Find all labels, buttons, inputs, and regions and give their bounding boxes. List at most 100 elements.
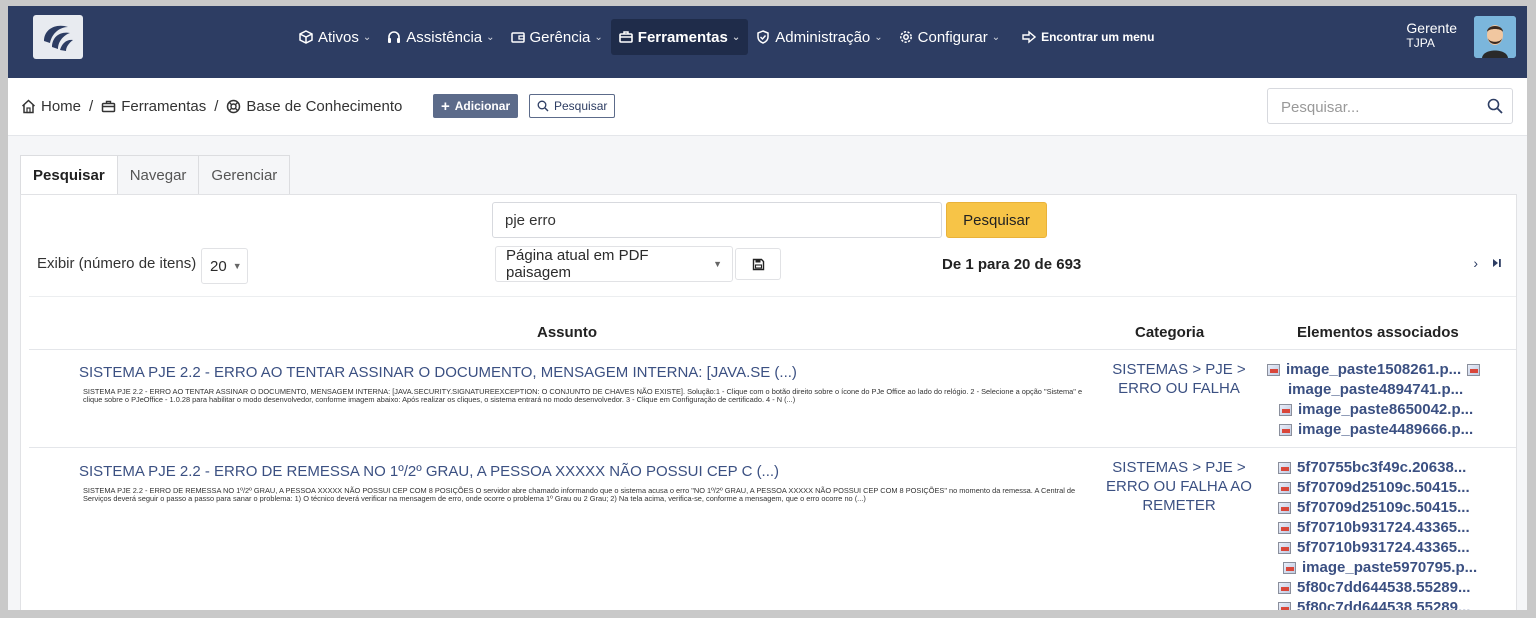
breadcrumb-tools[interactable]: Ferramentas: [101, 98, 206, 115]
wallet-icon: [510, 32, 525, 43]
attachment-name: image_paste8650042.p...: [1298, 401, 1474, 418]
attachment-name: 5f80c7dd644538.55289...: [1297, 579, 1471, 596]
find-menu-button[interactable]: Encontrar um menu: [1014, 19, 1162, 55]
plus-icon: +: [441, 97, 450, 115]
pagination: ›: [1473, 255, 1502, 271]
user-info[interactable]: Gerente TJPA: [1406, 21, 1457, 51]
attachment-link[interactable]: 5f80c7dd644538.55289...: [1278, 599, 1470, 610]
knowledge-base-panel: pje erro Pesquisar Exibir (número de ite…: [20, 194, 1517, 610]
result-count: De 1 para 20 de 693: [942, 256, 1082, 273]
items-per-page-value: 20: [210, 257, 227, 275]
attachment-name: image_paste1508261.p...: [1286, 361, 1462, 378]
attachment-link[interactable]: 5f70710b931724.43365...: [1278, 539, 1470, 556]
attachment-link[interactable]: image_paste4894741.p...: [1288, 381, 1463, 398]
attachment-name: image_paste5970795.p...: [1302, 559, 1478, 576]
attachment-link[interactable]: 5f80c7dd644538.55289...: [1278, 579, 1470, 596]
breadcrumb: Home / Ferramentas / Base de Conheciment…: [21, 98, 402, 115]
table-divider: [29, 447, 1516, 448]
menu-gerencia[interactable]: Gerência ⌄: [503, 19, 611, 55]
menu-ativos[interactable]: Ativos ⌄: [291, 19, 379, 55]
tab-bar: Pesquisar Navegar Gerenciar: [20, 155, 291, 195]
floppy-icon: [752, 258, 764, 270]
search-button[interactable]: Pesquisar: [529, 94, 616, 118]
article-excerpt: SISTEMA PJE 2.2 - ERRO AO TENTAR ASSINAR…: [83, 387, 1083, 405]
headset-icon: [388, 31, 401, 43]
export-format-select[interactable]: Página atual em PDF paisagem ▼: [495, 246, 733, 282]
search-icon[interactable]: [1487, 98, 1503, 114]
image-file-icon: [1278, 541, 1291, 554]
breadcrumb-kb[interactable]: Base de Conhecimento: [226, 98, 402, 115]
kb-search-button[interactable]: Pesquisar: [946, 202, 1047, 238]
shield-icon: [757, 30, 769, 44]
column-header-category[interactable]: Categoria: [1135, 324, 1204, 341]
tab-gerenciar[interactable]: Gerenciar: [198, 155, 291, 195]
tab-navegar[interactable]: Navegar: [116, 155, 200, 195]
article-title-link[interactable]: SISTEMA PJE 2.2 - ERRO AO TENTAR ASSINAR…: [79, 364, 797, 381]
tab-pesquisar[interactable]: Pesquisar: [20, 155, 118, 195]
column-header-subject[interactable]: Assunto: [537, 324, 597, 341]
chevron-down-icon: ⌄: [874, 31, 883, 43]
article-title-link[interactable]: SISTEMA PJE 2.2 - ERRO DE REMESSA NO 1º/…: [79, 463, 779, 480]
gear-icon: [899, 31, 912, 43]
attachment-link[interactable]: image_paste1508261.p...: [1267, 361, 1486, 378]
items-per-page-select[interactable]: 20 ▼: [201, 248, 248, 284]
avatar[interactable]: [1474, 16, 1516, 58]
next-page-icon[interactable]: ›: [1473, 255, 1478, 271]
items-per-page-label: Exibir (número de itens): [37, 255, 197, 272]
top-navbar: Ativos ⌄ Assistência ⌄ Gerência ⌄ Ferrament…: [8, 6, 1527, 78]
caret-down-icon: ▼: [232, 261, 242, 271]
attachment-name: 5f70709d25109c.50415...: [1297, 499, 1470, 516]
lifebuoy-icon: [227, 99, 241, 114]
breadcrumb-kb-label: Base de Conhecimento: [246, 98, 403, 115]
menu-assistencia-label: Assistência: [406, 28, 483, 46]
main-menu: Ativos ⌄ Assistência ⌄ Gerência ⌄ Ferrament…: [291, 19, 1162, 55]
image-file-icon: [1278, 521, 1291, 534]
image-file-icon: [1283, 561, 1296, 574]
attachment-link[interactable]: image_paste8650042.p...: [1279, 401, 1473, 418]
attachment-link[interactable]: 5f70755bc3f49c.20638...: [1278, 459, 1466, 476]
article-excerpt: SISTEMA PJE 2.2 - ERRO DE REMESSA NO 1º/…: [83, 486, 1076, 504]
add-button[interactable]: + Adicionar: [433, 94, 519, 118]
image-file-icon: [1278, 481, 1291, 494]
column-header-associated: Elementos associados: [1297, 324, 1459, 341]
attachment-name: image_paste4894741.p...: [1288, 381, 1464, 398]
menu-administracao[interactable]: Administração ⌄: [748, 19, 890, 55]
export-save-button[interactable]: [735, 248, 781, 280]
article-category[interactable]: SISTEMAS > PJE > ERRO OU FALHA: [1099, 360, 1259, 398]
menu-configurar-label: Configurar: [917, 28, 988, 46]
user-org: TJPA: [1406, 36, 1435, 50]
kb-search-input[interactable]: pje erro: [492, 202, 942, 238]
app-logo[interactable]: [33, 15, 83, 59]
attachment-name: 5f70710b931724.43365...: [1297, 539, 1470, 556]
attachment-name: 5f80c7dd644538.55289...: [1297, 599, 1471, 610]
breadcrumb-separator: /: [89, 98, 94, 115]
attachment-name: 5f70709d25109c.50415...: [1297, 479, 1470, 496]
attachment-link[interactable]: 5f70710b931724.43365...: [1278, 519, 1470, 536]
chevron-down-icon: ⌄: [991, 31, 1001, 43]
caret-down-icon: ▼: [713, 259, 722, 269]
attachment-link[interactable]: image_paste5970795.p...: [1283, 559, 1477, 576]
image-file-icon: [1267, 363, 1280, 376]
article-category[interactable]: SISTEMAS > PJE > ERRO OU FALHA AO REMETE…: [1099, 458, 1259, 515]
menu-ativos-label: Ativos: [318, 28, 359, 46]
image-file-icon: [1467, 363, 1481, 376]
arrow-right-icon: [1022, 30, 1037, 44]
export-format-value: Página atual em PDF paisagem: [506, 247, 649, 281]
breadcrumb-home[interactable]: Home: [21, 98, 81, 115]
attachment-name: image_paste4489666.p...: [1298, 421, 1474, 438]
attachment-link[interactable]: 5f70709d25109c.50415...: [1278, 499, 1470, 516]
image-file-icon: [1278, 461, 1291, 474]
breadcrumb-bar: Home / Ferramentas / Base de Conheciment…: [8, 78, 1527, 136]
add-button-label: Adicionar: [454, 99, 511, 113]
attachment-link[interactable]: 5f70709d25109c.50415...: [1278, 479, 1470, 496]
menu-administracao-label: Administração: [775, 28, 871, 46]
menu-assistencia[interactable]: Assistência ⌄: [379, 19, 502, 55]
menu-ferramentas[interactable]: Ferramentas ⌄: [610, 19, 749, 55]
table-divider: [29, 349, 1516, 350]
last-page-icon[interactable]: [1492, 258, 1502, 268]
divider: [29, 296, 1516, 297]
global-search-input[interactable]: Pesquisar...: [1267, 88, 1513, 124]
menu-configurar[interactable]: Configurar ⌄: [891, 19, 1008, 55]
attachment-link[interactable]: image_paste4489666.p...: [1279, 421, 1473, 438]
image-file-icon: [1279, 403, 1292, 416]
